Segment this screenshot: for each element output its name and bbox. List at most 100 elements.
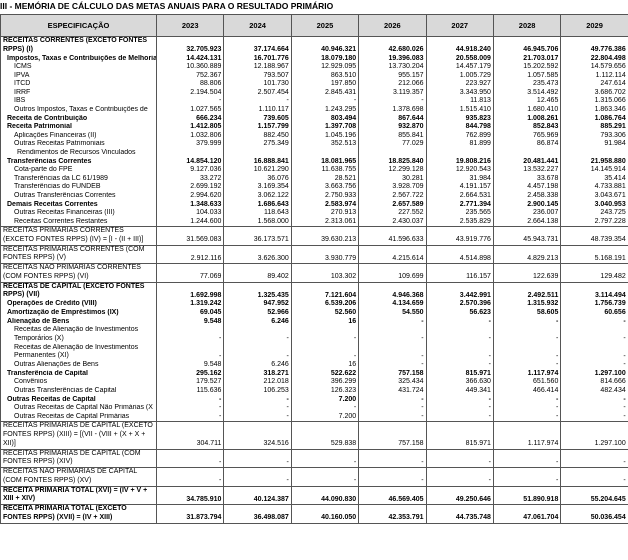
row-value: 1.412.805 bbox=[155, 123, 225, 132]
row-value: 88.806 bbox=[155, 80, 225, 89]
row-value: 13.730.204 bbox=[358, 63, 427, 72]
row-value: 3.442.991 bbox=[425, 281, 494, 301]
row-value: 3.663.756 bbox=[290, 183, 360, 192]
row-value: 60.656 bbox=[560, 308, 628, 318]
row-value: - bbox=[425, 395, 494, 405]
row-label: IBS bbox=[0, 97, 157, 107]
row-value: 3.928.709 bbox=[358, 183, 427, 192]
table-row: Outras Receitas de Capital Não Primárias… bbox=[0, 404, 628, 413]
column-header-year: 2023 bbox=[155, 14, 225, 37]
row-value: 449.341 bbox=[425, 386, 494, 396]
row-value: 33.678 bbox=[492, 174, 562, 184]
row-value: 855.841 bbox=[358, 131, 427, 141]
row-label: Transferências Correntes bbox=[0, 157, 157, 167]
row-value: 803.494 bbox=[290, 114, 360, 124]
row-value: 1.086.764 bbox=[560, 114, 628, 124]
table-row: Outras Receitas de Capital - -7.200- - - - bbox=[0, 395, 628, 405]
table-row: RECEITAS PRIMÁRIAS CORRENTES (COM FONTES… bbox=[0, 244, 628, 264]
row-value: 4.134.659 bbox=[358, 300, 427, 309]
row-label: Outras Alienações de Bens bbox=[0, 361, 157, 370]
row-value: 51.890.918 bbox=[492, 485, 562, 505]
row-value: 7.200 bbox=[290, 412, 360, 422]
row-label: RECEITA PRIMÁRIA TOTAL (EXCETO FONTES RP… bbox=[0, 504, 157, 524]
row-value: - bbox=[492, 412, 562, 422]
row-value: 16 bbox=[290, 317, 360, 327]
row-value: 1.756.739 bbox=[560, 300, 628, 309]
row-value: 236.007 bbox=[492, 209, 562, 218]
row-label: RECEITAS NÃO PRIMÁRIAS DE CAPITAL (COM F… bbox=[0, 467, 157, 487]
row-value: 2.567.722 bbox=[358, 192, 427, 201]
table-row: RECEITAS NÃO PRIMÁRIAS CORRENTES (COM FO… bbox=[0, 263, 628, 283]
row-value: 270.913 bbox=[290, 209, 360, 218]
row-value: 31.569.083 bbox=[155, 226, 225, 246]
row-value: 37.174.664 bbox=[223, 36, 292, 55]
row-value: 36.076 bbox=[223, 174, 292, 184]
row-value: 47.061.704 bbox=[492, 504, 562, 524]
row-value: 852.843 bbox=[492, 123, 562, 132]
row-value: 21.958.880 bbox=[560, 157, 628, 167]
row-value: 40.124.387 bbox=[223, 485, 292, 505]
row-label: Operações de Crédito (VIII) bbox=[0, 300, 157, 309]
row-value: - bbox=[492, 326, 562, 344]
row-value: 4.191.157 bbox=[425, 183, 494, 192]
row-value: - bbox=[358, 326, 427, 344]
row-value: 2.845.431 bbox=[290, 88, 360, 98]
table-row: Receita de Contribuição 666.234 739.605 803… bbox=[0, 114, 628, 124]
row-value: 69.045 bbox=[155, 308, 225, 318]
row-value: 1.325.435 bbox=[223, 281, 292, 301]
table-row: Receitas de Alienação de Investimentos T… bbox=[0, 326, 628, 344]
row-value: 11.813 bbox=[425, 97, 494, 107]
row-value: 223.927 bbox=[425, 80, 494, 89]
row-value: 109.699 bbox=[358, 263, 427, 283]
row-value: 762.899 bbox=[425, 131, 494, 141]
row-value: 116.157 bbox=[425, 263, 494, 283]
table-row: Demais Receitas Correntes 1.348.633 1.686.… bbox=[0, 200, 628, 210]
primary-result-table: ESPECIFICAÇÃO 2023 2024 2025 2026 2027 2… bbox=[0, 14, 628, 524]
row-value: 3.043.671 bbox=[560, 192, 628, 201]
row-value: 6.246 bbox=[223, 317, 292, 327]
row-label: RECEITAS PRIMÁRIAS CORRENTES (COM FONTES… bbox=[0, 244, 157, 264]
row-value: 52.560 bbox=[290, 308, 360, 318]
table-row: RECEITA PRIMÁRIA TOTAL (EXCETO FONTES RP… bbox=[0, 504, 628, 524]
row-value: 55.204.645 bbox=[560, 485, 628, 505]
row-value: 1.319.242 bbox=[155, 300, 225, 309]
row-value: 77.029 bbox=[358, 140, 427, 150]
row-value: 2.664.138 bbox=[492, 217, 562, 227]
row-value: 318.271 bbox=[223, 369, 292, 379]
row-label: Outras Receitas de Capital Primárias bbox=[0, 412, 157, 422]
row-value: 4.457.198 bbox=[492, 183, 562, 192]
table-row: Receitas de Alienação de Investimentos P… bbox=[0, 343, 628, 362]
row-value: - bbox=[358, 412, 427, 422]
row-value: - bbox=[290, 448, 360, 468]
row-value: 45.943.731 bbox=[492, 226, 562, 246]
row-value: 212.066 bbox=[358, 80, 427, 89]
row-value: 81.899 bbox=[425, 140, 494, 150]
table-row: Outras Receitas Patrimoniais 379.999 275.3… bbox=[0, 140, 628, 150]
row-value: 7.200 bbox=[290, 395, 360, 405]
table-row: IPVA 752.367 793.507 863.510 955.157 1.005.72… bbox=[0, 71, 628, 81]
row-value: - bbox=[290, 97, 360, 107]
row-value: 2.797.228 bbox=[560, 217, 628, 227]
row-value: 1.315.932 bbox=[492, 300, 562, 309]
column-header-year: 2029 bbox=[560, 14, 628, 37]
row-value: 49.776.386 bbox=[560, 36, 628, 55]
row-value: 3.062.122 bbox=[223, 192, 292, 201]
row-value: 106.253 bbox=[223, 386, 292, 396]
table-row: Alienação de Bens 9.548 6.246 16- - - - bbox=[0, 317, 628, 327]
row-value: 13.532.227 bbox=[492, 166, 562, 175]
row-value: 1.686.643 bbox=[223, 200, 292, 210]
row-value: - bbox=[223, 343, 292, 362]
row-label: Cota-parte do FPE bbox=[0, 166, 157, 175]
row-value: 122.639 bbox=[492, 263, 562, 283]
row-value: 2.994.620 bbox=[155, 192, 225, 201]
row-value: - bbox=[425, 467, 494, 487]
row-value: - bbox=[358, 404, 427, 413]
row-value: 48.739.354 bbox=[560, 226, 628, 246]
row-value: 885.291 bbox=[560, 123, 628, 132]
row-value: 815.971 bbox=[425, 421, 494, 450]
row-value: 1.378.698 bbox=[358, 106, 427, 115]
row-value: - bbox=[425, 448, 494, 468]
row-value: 28.521 bbox=[290, 174, 360, 184]
row-value: - bbox=[560, 395, 628, 405]
row-value: 86.874 bbox=[492, 140, 562, 150]
